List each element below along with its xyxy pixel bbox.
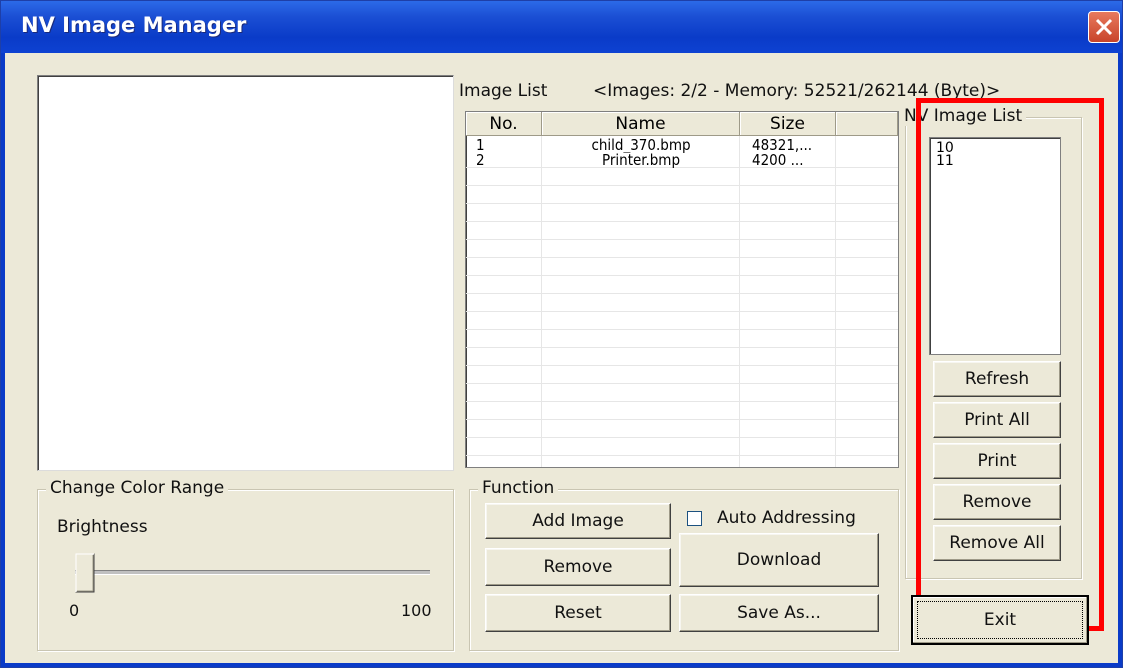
close-icon xyxy=(1095,18,1113,36)
auto-addressing-label[interactable]: Auto Addressing xyxy=(717,508,856,528)
grid-line xyxy=(466,239,898,240)
grid-line xyxy=(466,275,898,276)
cell-size: 4200 ... xyxy=(752,153,804,168)
dialog-body: Change Color Range Brightness 0 100 Imag… xyxy=(5,53,1118,663)
brightness-max-label: 100 xyxy=(401,601,432,620)
grid-line xyxy=(466,419,898,420)
grid-line xyxy=(466,221,898,222)
column-header-name[interactable]: Name xyxy=(542,112,740,136)
grid-line xyxy=(466,455,898,456)
grid-line xyxy=(466,365,898,366)
grid-line xyxy=(466,383,898,384)
table-row[interactable]: 2 Printer.bmp 4200 ... xyxy=(466,153,898,168)
grid-line xyxy=(466,203,898,204)
grid-line xyxy=(466,293,898,294)
column-header-size[interactable]: Size xyxy=(740,112,836,136)
close-button[interactable] xyxy=(1088,11,1120,43)
remove-image-button[interactable]: Remove xyxy=(485,548,671,586)
function-label: Function xyxy=(478,478,559,498)
grid-line xyxy=(466,347,898,348)
image-list-label: Image List xyxy=(459,81,548,101)
focus-rect xyxy=(917,601,1083,639)
grid-line xyxy=(466,257,898,258)
column-header-empty xyxy=(836,112,898,136)
reset-button[interactable]: Reset xyxy=(485,594,671,632)
cell-name: child_370.bmp xyxy=(591,138,691,153)
download-button[interactable]: Download xyxy=(679,533,879,587)
brightness-label: Brightness xyxy=(57,517,148,537)
window-title: NV Image Manager xyxy=(21,13,247,37)
grid-line xyxy=(466,311,898,312)
change-color-range-label: Change Color Range xyxy=(46,478,229,498)
cell-name: Printer.bmp xyxy=(601,153,681,168)
grid-line xyxy=(466,185,898,186)
add-image-button[interactable]: Add Image xyxy=(485,503,671,539)
cell-no: 2 xyxy=(476,153,485,168)
save-as-button[interactable]: Save As... xyxy=(679,594,879,632)
brightness-min-label: 0 xyxy=(69,601,80,620)
image-list-view[interactable]: No. Name Size 1 child_370.bmp 48321,... … xyxy=(465,111,899,468)
cell-size: 48321,... xyxy=(752,138,813,153)
grid-line xyxy=(466,401,898,402)
exit-button[interactable]: Exit xyxy=(911,595,1089,645)
auto-addressing-checkbox[interactable] xyxy=(687,511,702,526)
cell-no: 1 xyxy=(476,138,485,153)
grid-line xyxy=(466,329,898,330)
nv-image-manager-window: NV Image Manager Change Color Range Brig… xyxy=(0,0,1123,668)
image-preview xyxy=(37,75,454,471)
table-row[interactable]: 1 child_370.bmp 48321,... xyxy=(466,138,898,153)
brightness-slider-track[interactable] xyxy=(75,570,430,575)
grid-line xyxy=(466,437,898,438)
image-list-header: No. Name Size xyxy=(466,112,898,136)
brightness-slider-thumb[interactable] xyxy=(75,553,95,593)
column-header-no[interactable]: No. xyxy=(466,112,542,136)
title-bar[interactable]: NV Image Manager xyxy=(1,1,1122,53)
highlight-annotation xyxy=(916,98,1104,631)
